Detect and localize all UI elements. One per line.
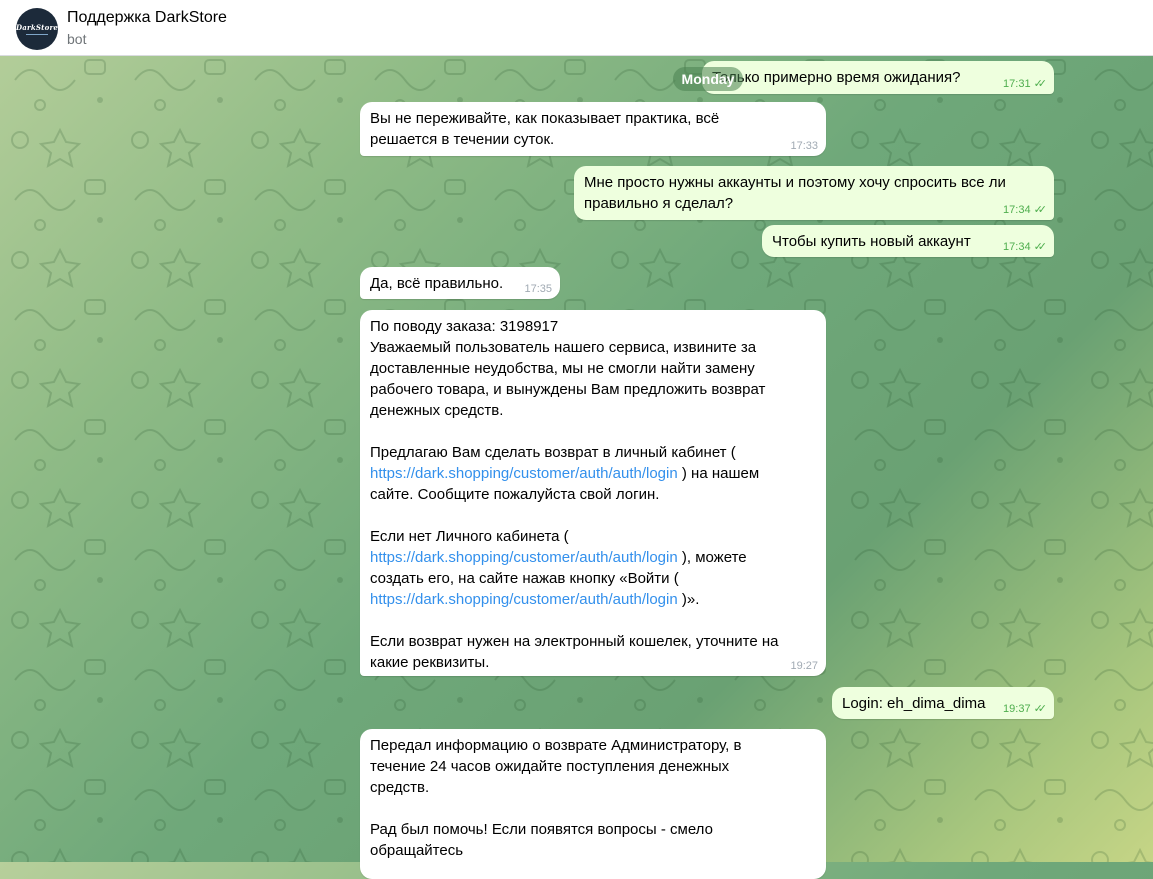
message-time: 17:34 [1003, 241, 1031, 253]
message-paragraph: Предлагаю Вам сделать возврат в личный к… [370, 444, 760, 503]
double-check-icon: ✓✓ [1033, 204, 1048, 216]
message-text: Вы не переживайте, как показывает практи… [370, 110, 720, 148]
message-paragraph: По поводу заказа: 3198917 Уважаемый поль… [370, 318, 766, 419]
avatar-logo: DarkStore [15, 23, 59, 32]
message-text: Только примерно время ожидания? [712, 69, 961, 86]
message-time: 17:35 [524, 283, 552, 295]
message-meta: 17:34 ✓✓ [1003, 241, 1048, 254]
avatar[interactable]: DarkStore [16, 8, 58, 50]
message-paragraph: Если нет Личного кабинета ( https://dark… [370, 528, 747, 608]
date-chip[interactable]: Monday [673, 67, 743, 91]
message-incoming[interactable]: Да, всё правильно. 17:35 [360, 267, 560, 299]
message-text: Да, всё правильно. [370, 275, 504, 292]
message-meta: 17:31 ✓✓ [1003, 78, 1048, 91]
message-meta: 19:37 ✓✓ [1003, 703, 1048, 716]
message-outgoing[interactable]: Login: eh_dima_dima 19:37 ✓✓ [832, 687, 1054, 719]
message-meta: 17:35 [524, 283, 552, 296]
chat-header: DarkStore Поддержка DarkStore bot [0, 0, 1153, 56]
login-link[interactable]: https://dark.shopping/customer/auth/auth… [370, 465, 678, 482]
message-incoming[interactable]: По поводу заказа: 3198917 Уважаемый поль… [360, 310, 826, 676]
message-list[interactable]: Monday Только примерно время ожидания? 1… [0, 56, 1153, 879]
message-paragraph: Если возврат нужен на электронный кошеле… [370, 633, 779, 671]
message-meta: 19:27 [790, 660, 818, 673]
message-meta: 17:34 ✓✓ [1003, 204, 1048, 217]
message-text: Чтобы купить новый аккаунт [772, 233, 971, 250]
message-outgoing[interactable]: Чтобы купить новый аккаунт 17:34 ✓✓ [762, 225, 1054, 257]
message-text: Login: eh_dima_dima [842, 695, 986, 712]
message-time: 19:27 [790, 660, 818, 672]
chat-subtitle: bot [67, 31, 87, 47]
message-outgoing[interactable]: Только примерно время ожидания? 17:31 ✓✓ [702, 61, 1054, 94]
message-time: 19:37 [1003, 703, 1031, 715]
message-time: 17:33 [790, 140, 818, 152]
double-check-icon: ✓✓ [1033, 78, 1048, 90]
message-text: Передал информацию о возврате Администра… [370, 737, 742, 859]
chat-title[interactable]: Поддержка DarkStore [67, 9, 227, 27]
message-incoming[interactable]: Передал информацию о возврате Администра… [360, 729, 826, 879]
message-time: 17:31 [1003, 78, 1031, 90]
login-link[interactable]: https://dark.shopping/customer/auth/auth… [370, 591, 678, 608]
login-link[interactable]: https://dark.shopping/customer/auth/auth… [370, 549, 678, 566]
message-meta: 17:33 [790, 140, 818, 153]
double-check-icon: ✓✓ [1033, 241, 1048, 253]
message-outgoing[interactable]: Мне просто нужны аккаунты и поэтому хочу… [574, 166, 1054, 220]
message-time: 17:34 [1003, 204, 1031, 216]
double-check-icon: ✓✓ [1033, 703, 1048, 715]
avatar-logo-underline [26, 34, 48, 35]
message-text: Мне просто нужны аккаунты и поэтому хочу… [584, 174, 1006, 212]
message-incoming[interactable]: Вы не переживайте, как показывает практи… [360, 102, 826, 156]
